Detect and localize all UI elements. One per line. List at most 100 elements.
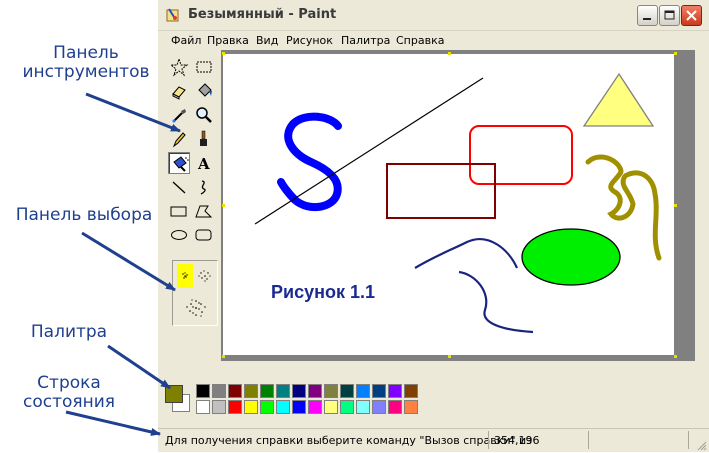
color-palette [158, 376, 709, 418]
maximize-button[interactable] [659, 5, 680, 26]
palette-color-swatch[interactable] [404, 400, 418, 414]
palette-color-swatch[interactable] [372, 400, 386, 414]
toolbox-annotation-line-2: инструментов [22, 62, 150, 82]
resize-handle-mid-left[interactable] [222, 204, 225, 207]
minimize-icon [643, 18, 651, 20]
palette-color-swatch[interactable] [308, 384, 322, 398]
palette-color-swatch[interactable] [196, 384, 210, 398]
palette-color-swatch[interactable] [340, 400, 354, 414]
ellipse-icon [171, 230, 187, 240]
tool-rectangle[interactable] [168, 200, 190, 222]
palette-color-swatch[interactable] [324, 400, 338, 414]
palette-color-swatch[interactable] [292, 384, 306, 398]
tool-pick-color[interactable] [168, 104, 190, 126]
palette-color-swatch[interactable] [404, 384, 418, 398]
resize-handle-top-mid[interactable] [448, 52, 451, 55]
airbrush-large-option[interactable] [181, 293, 211, 323]
arrow-to-statusbar [65, 410, 161, 436]
palette-color-swatch[interactable] [388, 400, 402, 414]
navy-curve-stroke [458, 270, 534, 334]
palette-color-swatch[interactable] [212, 384, 226, 398]
resize-handle-top-right[interactable] [674, 52, 677, 55]
brush-icon [200, 130, 207, 146]
eraser-icon [172, 86, 186, 100]
palette-color-swatch[interactable] [260, 400, 274, 414]
resize-handle-mid-right[interactable] [674, 204, 677, 207]
title-bar[interactable]: Безымянный - Paint [158, 0, 709, 31]
line-icon [172, 181, 186, 194]
close-icon [686, 10, 697, 21]
palette-color-swatch[interactable] [388, 384, 402, 398]
tool-ellipse[interactable] [168, 224, 190, 246]
palette-color-swatch[interactable] [196, 400, 210, 414]
palette-color-swatch[interactable] [228, 384, 242, 398]
menu-colors[interactable]: Палитра [341, 34, 390, 47]
statusbar-annotation-line-1: Строка [37, 373, 101, 393]
options-annotation: Панель выбора [4, 206, 164, 225]
tool-rounded-rect[interactable] [193, 224, 215, 246]
palette-annotation: Палитра [14, 323, 124, 342]
tool-pencil[interactable] [168, 128, 190, 150]
palette-color-swatch[interactable] [212, 400, 226, 414]
foreground-color-swatch[interactable] [165, 385, 183, 403]
tool-fill[interactable] [193, 80, 215, 102]
tool-line[interactable] [168, 176, 190, 198]
resize-handle-top-left[interactable] [222, 52, 225, 55]
palette-color-swatch[interactable] [340, 384, 354, 398]
options-annotation-text: Панель выбора [15, 205, 153, 225]
resize-grip-icon[interactable] [695, 439, 707, 451]
palette-color-swatch[interactable] [356, 400, 370, 414]
tool-eraser[interactable] [168, 80, 190, 102]
tool-polygon[interactable] [193, 200, 215, 222]
airbrush-medium-option[interactable] [195, 264, 215, 288]
navy-wave-stroke [414, 238, 519, 269]
tool-airbrush[interactable] [168, 152, 190, 174]
palette-color-swatch[interactable] [244, 400, 258, 414]
resize-handle-bottom-right[interactable] [674, 355, 677, 358]
resize-handle-bottom-mid[interactable] [448, 355, 451, 358]
airbrush-small-option[interactable] [177, 264, 193, 288]
spray-medium-icon [198, 270, 211, 282]
spray-small-icon [182, 272, 188, 279]
palette-color-swatch[interactable] [244, 384, 258, 398]
toolbox-annotation: Панель инструментов [18, 44, 154, 82]
rectangle-icon [170, 206, 187, 217]
minimize-button[interactable] [637, 5, 658, 26]
palette-color-swatch[interactable] [276, 384, 290, 398]
tool-options-panel [172, 260, 218, 326]
close-button[interactable] [681, 5, 702, 26]
curve-icon [200, 180, 206, 195]
status-separator-2 [588, 431, 589, 449]
drawing-svg: Рисунок 1.1 [254, 72, 662, 334]
menu-image[interactable]: Рисунок [286, 34, 333, 47]
palette-color-swatch[interactable] [228, 400, 242, 414]
magnifier-icon [196, 107, 212, 123]
status-separator-3 [688, 431, 689, 449]
palette-color-swatch[interactable] [292, 400, 306, 414]
palette-color-swatch[interactable] [260, 384, 274, 398]
menu-file[interactable]: Файл [171, 34, 201, 47]
palette-color-swatch[interactable] [372, 384, 386, 398]
palette-color-swatch[interactable] [276, 400, 290, 414]
menu-edit[interactable]: Правка [207, 34, 249, 47]
tool-text[interactable]: A [193, 152, 215, 174]
resize-handle-bottom-left[interactable] [222, 355, 225, 358]
palette-annotation-text: Палитра [30, 322, 108, 342]
menu-help[interactable]: Справка [396, 34, 444, 47]
tool-magnifier[interactable] [193, 104, 215, 126]
cursor-coordinates: 354,196 [494, 434, 540, 447]
tool-brush[interactable] [193, 128, 215, 150]
statusbar-annotation: Строка состояния [14, 374, 124, 412]
menu-view[interactable]: Вид [256, 34, 278, 47]
palette-color-swatch[interactable] [356, 384, 370, 398]
drawing-canvas[interactable]: Рисунок 1.1 [223, 54, 674, 355]
current-colors[interactable] [163, 380, 191, 414]
tool-curve[interactable] [193, 176, 215, 198]
tool-rect-select[interactable] [193, 56, 215, 78]
tool-free-select[interactable] [168, 56, 190, 78]
svg-text:A: A [197, 155, 210, 173]
palette-color-swatch[interactable] [324, 384, 338, 398]
toolbox: A [163, 52, 219, 364]
palette-color-swatch[interactable] [308, 400, 322, 414]
fill-bucket-icon [198, 83, 212, 97]
